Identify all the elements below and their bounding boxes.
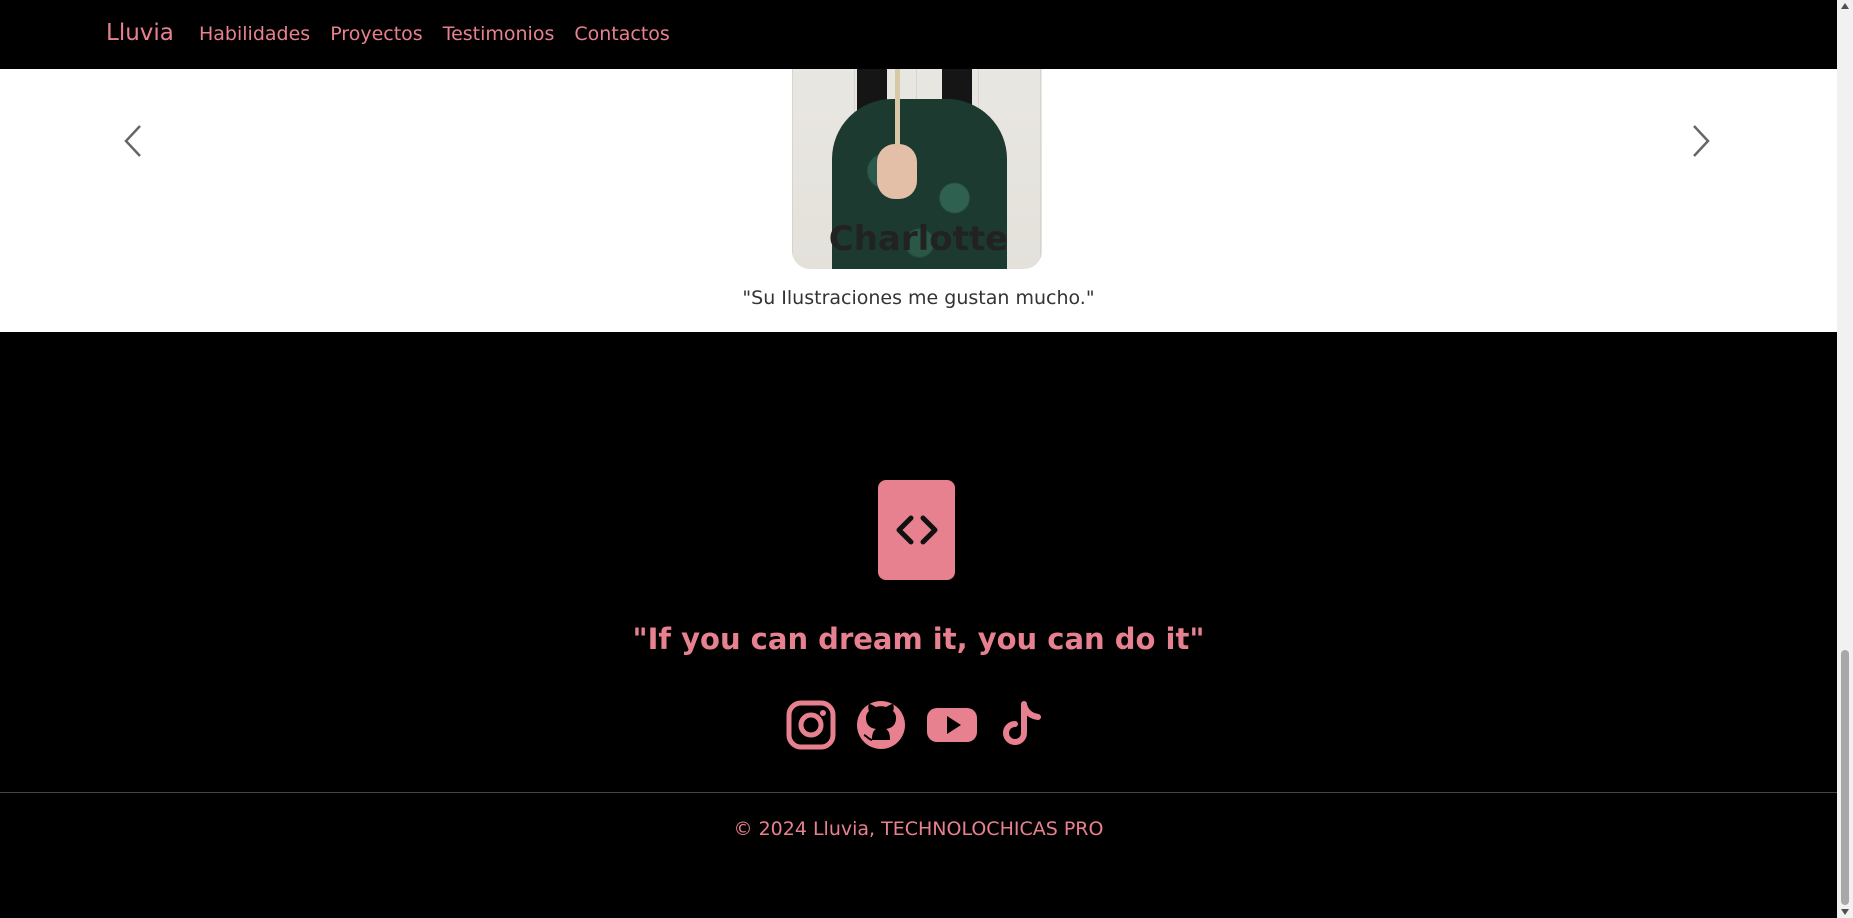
nav-link-testimonios[interactable]: Testimonios: [443, 23, 555, 45]
tiktok-icon[interactable]: [996, 700, 1046, 750]
brand-link[interactable]: Lluvia: [106, 20, 174, 46]
chevron-right-icon: [1693, 125, 1710, 157]
nav-links: Habilidades Proyectos Testimonios Contac…: [199, 23, 670, 45]
testimonial-carousel: Charlotte "Su Ilustraciones me gustan mu…: [0, 59, 1837, 332]
footer: "If you can dream it, you can do it" © 2…: [0, 332, 1837, 918]
nav-link-habilidades[interactable]: Habilidades: [199, 23, 310, 45]
github-icon[interactable]: [856, 700, 906, 750]
youtube-icon[interactable]: [926, 700, 977, 750]
page-scrollbar[interactable]: [1837, 0, 1853, 918]
scrollbar-thumb[interactable]: [1841, 650, 1849, 905]
scroll-up-icon[interactable]: [1841, 3, 1849, 9]
nav-link-proyectos[interactable]: Proyectos: [330, 23, 423, 45]
footer-divider: [0, 792, 1837, 793]
footer-motto: "If you can dream it, you can do it": [632, 622, 1205, 656]
instagram-icon[interactable]: [786, 700, 836, 750]
social-links: [786, 700, 1046, 750]
nav-link-contactos[interactable]: Contactos: [574, 23, 669, 45]
testimonial-name: Charlotte: [828, 219, 1009, 259]
scroll-down-icon[interactable]: [1841, 909, 1849, 915]
code-icon: [896, 515, 937, 545]
carousel-prev-button[interactable]: [120, 121, 150, 161]
navbar: Lluvia Habilidades Proyectos Testimonios…: [0, 0, 1837, 69]
copyright-text: © 2024 Lluvia, TECHNOLOCHICAS PRO: [733, 818, 1104, 840]
code-logo: [878, 480, 955, 580]
chevron-left-icon: [124, 125, 141, 157]
testimonial-quote: "Su Ilustraciones me gustan mucho.": [742, 287, 1095, 309]
carousel-next-button[interactable]: [1684, 121, 1714, 161]
